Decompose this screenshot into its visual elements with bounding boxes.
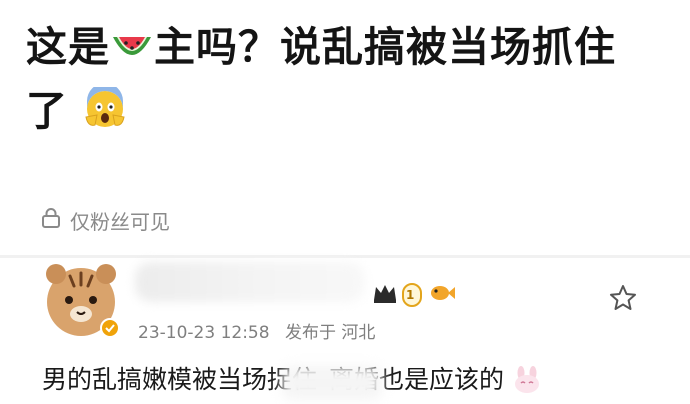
screaming-face-icon: [83, 83, 127, 146]
title-text-3: 了: [26, 87, 68, 135]
star-icon: [610, 285, 636, 310]
level-badge: 1: [402, 283, 423, 307]
visibility-indicator: 仅粉丝可见: [40, 206, 170, 235]
watermelon-icon: [110, 24, 154, 82]
favorite-button[interactable]: [608, 283, 638, 313]
timestamp: 23-10-23 12:58: [138, 323, 270, 343]
visibility-label: 仅粉丝可见: [70, 210, 170, 234]
fish-icon: [428, 283, 456, 307]
title-text-1: 这是: [26, 23, 110, 71]
lock-icon: [40, 207, 70, 234]
avatar[interactable]: [40, 258, 122, 340]
comment-text-before: 男的乱搞嫩模被当场捉住: [42, 365, 318, 394]
post-title: 这是 主吗？说乱搞被当场抓住 了: [26, 18, 666, 146]
comment-redaction: [282, 366, 382, 400]
bunny-icon: [512, 366, 542, 400]
level-value: 1: [406, 288, 415, 302]
user-badges: 1: [372, 282, 456, 308]
username-redacted: [135, 262, 365, 302]
comment-meta: 23-10-23 12:58 发布于 河北: [138, 318, 385, 343]
title-text-2: 主吗？说乱搞被当场抓住: [154, 23, 616, 71]
crown-icon: [372, 282, 398, 308]
tiger-avatar-icon: [46, 264, 120, 338]
location: 发布于 河北: [284, 323, 376, 343]
